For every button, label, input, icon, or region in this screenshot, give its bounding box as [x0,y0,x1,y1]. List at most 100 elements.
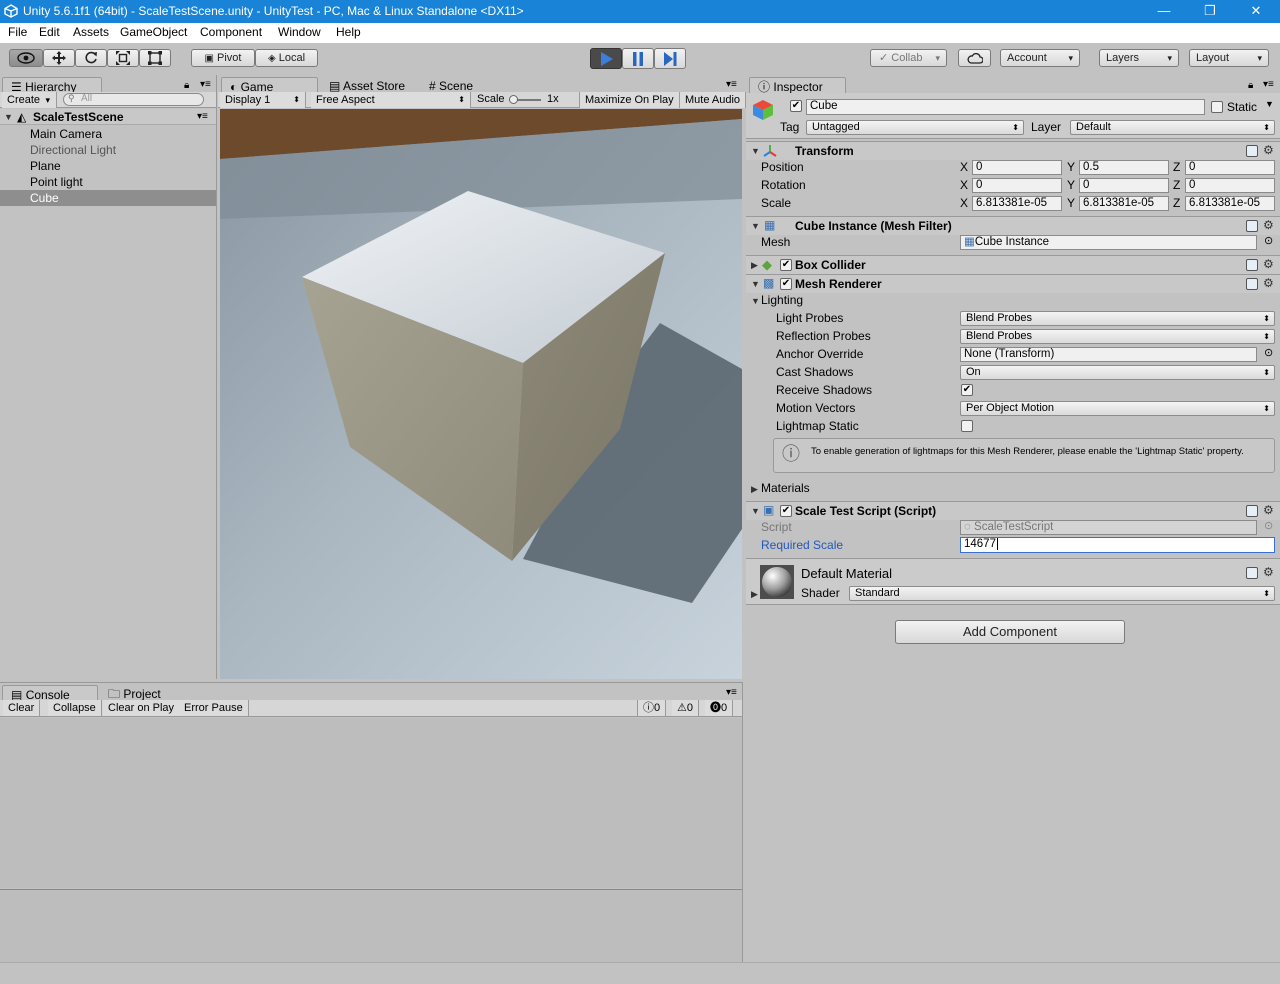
gear-icon[interactable]: ⚙ [1263,565,1274,579]
static-checkbox[interactable] [1211,101,1223,113]
tag-dropdown[interactable]: Untagged [806,120,1024,135]
receive-shadows-checkbox[interactable]: ✔ [961,384,973,396]
object-picker-icon[interactable]: ⊙ [1264,234,1273,247]
menu-assets[interactable]: Assets [73,25,109,39]
hierarchy-item[interactable]: Point light [0,174,216,190]
error-count-toggle[interactable]: ⓿0 [705,700,734,716]
box-collider-header[interactable]: ▶ ◆ ✔ Box Collider ⚙ [746,255,1280,274]
rect-tool-button[interactable] [139,49,171,67]
panel-menu-icon[interactable]: ▾≡ [726,687,737,698]
console-detail-area[interactable] [0,890,742,963]
mesh-renderer-header[interactable]: ▼ ▩ ✔ Mesh Renderer ⚙ [746,274,1280,293]
lighting-expand-icon[interactable]: ▼ [751,296,760,306]
cloud-button[interactable] [958,49,991,67]
help-icon[interactable] [1246,259,1258,271]
materials-collapsed-icon[interactable]: ▶ [751,484,758,495]
create-dropdown[interactable]: Create [2,92,57,108]
clear-button[interactable]: Clear [3,700,41,716]
anchor-override-field[interactable]: None (Transform) [960,347,1257,362]
panel-menu-icon[interactable]: ▾≡ [200,79,211,90]
scale-tool-button[interactable] [107,49,139,67]
gear-icon[interactable]: ⚙ [1263,257,1274,271]
transform-header[interactable]: ▼ Transform ⚙ [746,141,1280,160]
account-dropdown[interactable]: Account [1000,49,1080,67]
aspect-dropdown[interactable]: Free Aspect ⬍ [311,92,471,108]
hierarchy-item[interactable]: Directional Light [0,142,216,158]
rotation-z-field[interactable]: 0 [1185,178,1275,193]
rotation-y-field[interactable]: 0 [1079,178,1169,193]
menu-help[interactable]: Help [336,25,361,39]
maximize-on-play-toggle[interactable]: Maximize On Play [579,92,680,108]
rotation-x-field[interactable]: 0 [972,178,1062,193]
lighting-foldout[interactable]: Lighting [761,292,803,308]
help-icon[interactable] [1246,278,1258,290]
menu-window[interactable]: Window [278,25,321,39]
hierarchy-item[interactable]: Main Camera [0,126,216,142]
help-icon[interactable] [1246,567,1258,579]
cast-shadows-dropdown[interactable]: On [960,365,1275,380]
script-enabled-checkbox[interactable]: ✔ [780,505,792,517]
hierarchy-item[interactable]: Plane [0,158,216,174]
lock-icon[interactable]: 🔒︎ [184,80,189,91]
layout-dropdown[interactable]: Layout [1189,49,1269,67]
motion-vectors-dropdown[interactable]: Per Object Motion [960,401,1275,416]
close-button[interactable]: ✕ [1233,0,1279,23]
mesh-filter-header[interactable]: ▼ ▦ Cube Instance (Mesh Filter) ⚙ [746,216,1280,235]
scale-slider-thumb[interactable] [509,95,518,104]
light-probes-dropdown[interactable]: Blend Probes [960,311,1275,326]
menu-edit[interactable]: Edit [39,25,60,39]
help-icon[interactable] [1246,145,1258,157]
console-log-area[interactable] [0,718,742,888]
hierarchy-search-input[interactable]: ⚲ All [63,93,204,106]
display-dropdown[interactable]: Display 1 ⬍ [220,92,306,108]
layer-dropdown[interactable]: Default [1070,120,1275,135]
restore-button[interactable]: ❐ [1187,0,1233,23]
scene-menu-icon[interactable]: ▾≡ [197,109,208,125]
reflection-probes-dropdown[interactable]: Blend Probes [960,329,1275,344]
required-scale-input[interactable]: 14677 [960,537,1275,553]
material-header[interactable]: ▶ Default Material Shader Standard ⚙ [746,559,1280,605]
hierarchy-item-selected[interactable]: Cube [0,190,216,206]
object-picker-icon[interactable]: ⊙ [1264,346,1273,359]
menu-component[interactable]: Component [200,25,262,39]
lock-icon[interactable]: 🔒︎ [1248,80,1253,91]
gear-icon[interactable]: ⚙ [1263,503,1274,517]
local-button[interactable]: ◈ Local [255,49,318,67]
menu-file[interactable]: File [8,25,27,39]
gear-icon[interactable]: ⚙ [1263,276,1274,290]
clear-on-play-button[interactable]: Clear on Play [103,700,181,716]
object-name-field[interactable]: Cube [806,99,1205,115]
step-button[interactable] [654,48,686,69]
lightmap-static-checkbox[interactable] [961,420,973,432]
static-dropdown-icon[interactable]: ▼ [1265,99,1274,109]
mesh-object-field[interactable]: ▦Cube Instance [960,235,1257,250]
scale-z-field[interactable]: 6.813381e-05 [1185,196,1275,211]
position-x-field[interactable]: 0 [972,160,1062,175]
pivot-button[interactable]: ▣ Pivot [191,49,255,67]
help-icon[interactable] [1246,220,1258,232]
position-z-field[interactable]: 0 [1185,160,1275,175]
error-pause-button[interactable]: Error Pause [179,700,249,716]
add-component-button[interactable]: Add Component [895,620,1125,644]
collab-button[interactable]: ✓ Collab [870,49,947,67]
play-button[interactable] [590,48,622,69]
view-tool-button[interactable] [9,49,43,67]
script-header[interactable]: ▼ ▣ ✔ Scale Test Script (Script) ⚙ [746,501,1280,520]
move-tool-button[interactable] [43,49,75,67]
shader-dropdown[interactable]: Standard [849,586,1275,601]
panel-menu-icon[interactable]: ▾≡ [726,79,737,90]
minimize-button[interactable]: — [1141,0,1187,23]
help-icon[interactable] [1246,505,1258,517]
layers-dropdown[interactable]: Layers [1099,49,1179,67]
scale-x-field[interactable]: 6.813381e-05 [972,196,1062,211]
info-count-toggle[interactable]: ⓘ0 [637,700,667,716]
gear-icon[interactable]: ⚙ [1263,218,1274,232]
mute-audio-toggle[interactable]: Mute Audio [680,92,747,108]
warning-count-toggle[interactable]: ⚠0 [672,700,699,716]
materials-foldout[interactable]: Materials [761,480,810,496]
game-viewport[interactable] [220,109,742,679]
collapse-button[interactable]: Collapse [48,700,102,716]
panel-menu-icon[interactable]: ▾≡ [1263,79,1274,90]
mesh-renderer-enabled-checkbox[interactable]: ✔ [780,278,792,290]
pause-button[interactable] [622,48,654,69]
